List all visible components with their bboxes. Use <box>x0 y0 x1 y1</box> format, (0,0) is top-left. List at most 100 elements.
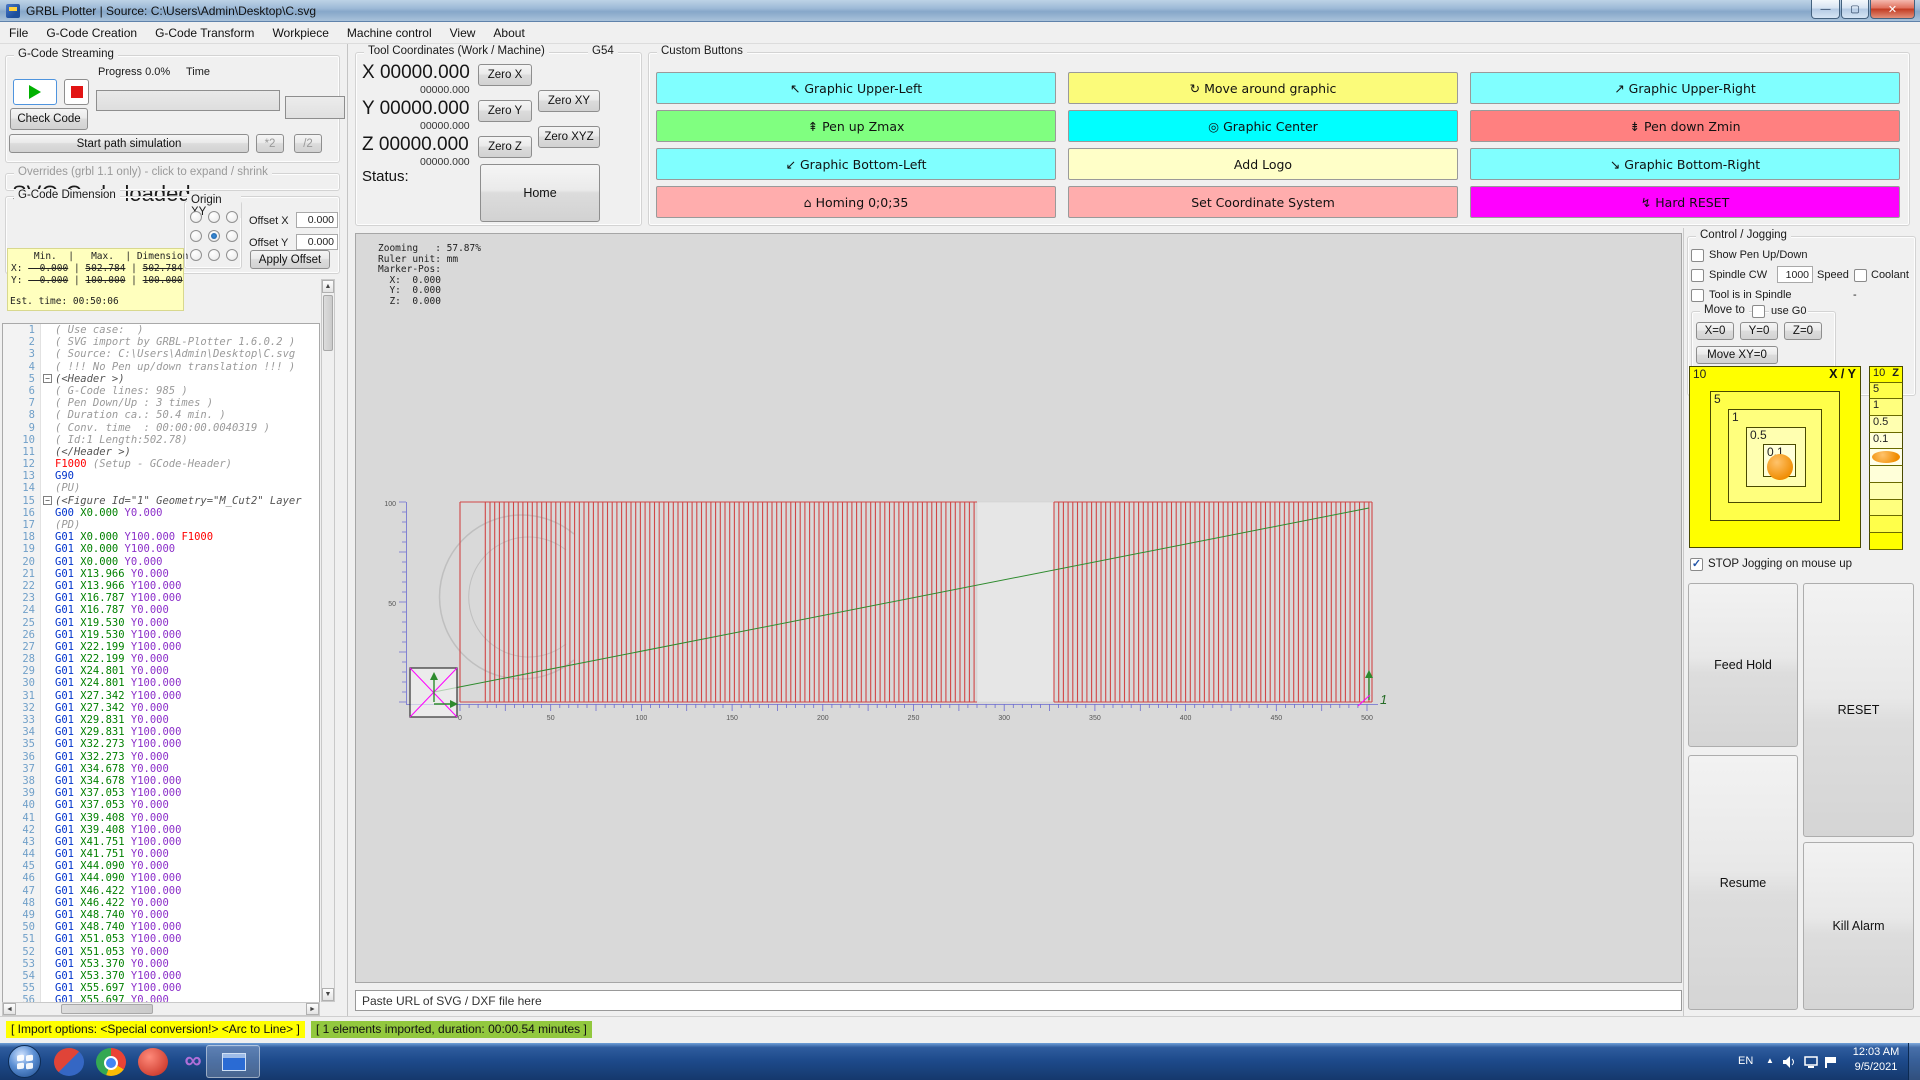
custom-button-hard-reset[interactable]: ↯ Hard RESET <box>1470 186 1900 218</box>
jog-z-step-0.1[interactable]: 0.1 <box>1869 433 1903 450</box>
gcode-line[interactable]: 10( Id:1 Length:502.78) <box>3 434 319 446</box>
gcode-line[interactable]: 48G01 X46.422 Y0.000 <box>3 897 319 909</box>
custom-button-move-around-graphic[interactable]: ↻ Move around graphic <box>1068 72 1458 104</box>
gcode-line[interactable]: 45G01 X44.090 Y0.000 <box>3 860 319 872</box>
gcode-line[interactable]: 25G01 X19.530 Y0.000 <box>3 617 319 629</box>
offset-y-field[interactable]: 0.000 <box>296 234 338 250</box>
gcode-line[interactable]: 29G01 X24.801 Y0.000 <box>3 665 319 677</box>
gcode-line[interactable]: 22G01 X13.966 Y100.000 <box>3 580 319 592</box>
gcode-line[interactable]: 26G01 X19.530 Y100.000 <box>3 629 319 641</box>
custom-button-graphic-bottom-right[interactable]: ↘ Graphic Bottom-Right <box>1470 148 1900 180</box>
taskbar-media-icon[interactable] <box>54 1048 84 1076</box>
gcode-listing[interactable]: 1( Use case: )2( SVG import by GRBL-Plot… <box>2 323 320 1045</box>
zero-xy-button[interactable]: Zero XY <box>538 90 600 112</box>
gcode-line[interactable]: 14(PU) <box>3 482 319 494</box>
show-pen-checkbox[interactable] <box>1691 249 1704 262</box>
custom-button-add-logo[interactable]: Add Logo <box>1068 148 1458 180</box>
gcode-line[interactable]: 8( Duration ca.: 50.4 min. ) <box>3 409 319 421</box>
gcode-line[interactable]: 37G01 X34.678 Y0.000 <box>3 763 319 775</box>
gcode-line[interactable]: 55G01 X55.697 Y100.000 <box>3 982 319 994</box>
gcode-line[interactable]: 33G01 X29.831 Y0.000 <box>3 714 319 726</box>
gcode-line[interactable]: 21G01 X13.966 Y0.000 <box>3 568 319 580</box>
gcode-line[interactable]: 41G01 X39.408 Y0.000 <box>3 812 319 824</box>
custom-button-graphic-upper-left[interactable]: ↖ Graphic Upper-Left <box>656 72 1056 104</box>
jog-z-step-10[interactable]: 10 Z <box>1869 366 1903 383</box>
gcode-line[interactable]: 51G01 X51.053 Y100.000 <box>3 933 319 945</box>
zero-xyz-button[interactable]: Zero XYZ <box>538 126 600 148</box>
menu-workpiece[interactable]: Workpiece <box>263 23 337 43</box>
start-path-simulation-button[interactable]: Start path simulation <box>9 134 249 153</box>
gcode-line[interactable]: 18G01 X0.000 Y100.000 F1000 <box>3 531 319 543</box>
offset-x-field[interactable]: 0.000 <box>296 212 338 228</box>
custom-button-graphic-upper-right[interactable]: ↗ Graphic Upper-Right <box>1470 72 1900 104</box>
move-xy0-button[interactable]: Move XY=0 <box>1696 346 1778 364</box>
move-y0-button[interactable]: Y=0 <box>1740 322 1778 340</box>
origin-radio-0[interactable] <box>190 211 202 223</box>
jog-z-step-5[interactable] <box>1869 449 1903 466</box>
custom-button-graphic-bottom-left[interactable]: ↙ Graphic Bottom-Left <box>656 148 1056 180</box>
taskbar-red-app-icon[interactable] <box>138 1048 168 1076</box>
custom-button-set-coordinate-system[interactable]: Set Coordinate System <box>1068 186 1458 218</box>
gcode-line[interactable]: 34G01 X29.831 Y100.000 <box>3 726 319 738</box>
jog-strip-z[interactable]: 10 Z510.50.1 <box>1869 366 1903 550</box>
use-g0-checkbox[interactable] <box>1752 305 1765 318</box>
gcode-line[interactable]: 42G01 X39.408 Y100.000 <box>3 824 319 836</box>
gcode-line[interactable]: 24G01 X16.787 Y0.000 <box>3 604 319 616</box>
origin-radio-2[interactable] <box>226 211 238 223</box>
gcode-line[interactable]: 28G01 X22.199 Y0.000 <box>3 653 319 665</box>
gcode-line[interactable]: 3( Source: C:\Users\Admin\Desktop\C.svg <box>3 348 319 360</box>
gcode-line[interactable]: 40G01 X37.053 Y0.000 <box>3 799 319 811</box>
menu-about[interactable]: About <box>484 23 533 43</box>
jog-z-step-10[interactable] <box>1869 533 1903 550</box>
jog-z-knob[interactable] <box>1872 451 1900 463</box>
gcode-line[interactable]: 16G00 X0.000 Y0.000 <box>3 507 319 519</box>
tray-network-icon[interactable] <box>1804 1056 1820 1068</box>
gcode-line[interactable]: 46G01 X44.090 Y100.000 <box>3 872 319 884</box>
jog-z-step-5[interactable]: 5 <box>1869 383 1903 400</box>
gcode-line[interactable]: 39G01 X37.053 Y100.000 <box>3 787 319 799</box>
coolant-checkbox[interactable] <box>1854 269 1867 282</box>
start-button[interactable] <box>8 1045 41 1078</box>
gcode-line[interactable]: 31G01 X27.342 Y100.000 <box>3 690 319 702</box>
jog-z-step-9[interactable] <box>1869 516 1903 533</box>
stop-jogging-checkbox[interactable]: ✓ <box>1690 558 1703 571</box>
maximize-button[interactable]: ▢ <box>1841 0 1869 19</box>
gcode-line[interactable]: 32G01 X27.342 Y0.000 <box>3 702 319 714</box>
jog-z-step-7[interactable] <box>1869 483 1903 500</box>
show-desktop-button[interactable] <box>1908 1043 1920 1080</box>
tool-in-spindle-checkbox[interactable] <box>1691 289 1704 302</box>
gcode-line[interactable]: 35G01 X32.273 Y100.000 <box>3 738 319 750</box>
jog-pad-xy[interactable]: 10X / Y510.50.1 <box>1689 366 1863 550</box>
minimize-button[interactable]: — <box>1811 0 1840 19</box>
gcode-line[interactable]: 4( !!! No Pen up/down translation !!! ) <box>3 361 319 373</box>
move-x0-button[interactable]: X=0 <box>1696 322 1734 340</box>
gcode-line[interactable]: 17(PD) <box>3 519 319 531</box>
close-button[interactable]: ✕ <box>1870 0 1915 19</box>
gcode-line[interactable]: 54G01 X53.370 Y100.000 <box>3 970 319 982</box>
gcode-line[interactable]: 5−(<Header >) <box>3 373 319 385</box>
gcode-hscrollbar[interactable]: ◄ ► <box>2 1002 320 1016</box>
gcode-line[interactable]: 6( G-Code lines: 985 ) <box>3 385 319 397</box>
origin-radio-1[interactable] <box>208 211 220 223</box>
spindle-speed-field[interactable]: 1000 <box>1777 266 1813 283</box>
url-input[interactable]: Paste URL of SVG / DXF file here <box>355 990 1682 1011</box>
move-z0-button[interactable]: Z=0 <box>1784 322 1822 340</box>
gcode-line[interactable]: 1( Use case: ) <box>3 324 319 336</box>
taskbar-visual-studio-icon[interactable]: ∞ <box>178 1048 208 1076</box>
scroll-left-arrow[interactable]: ◄ <box>3 1003 16 1015</box>
zero-z-button[interactable]: Zero Z <box>478 136 532 158</box>
tray-clock-time[interactable]: 12:03 AM <box>1845 1046 1907 1058</box>
speed-half-button[interactable]: /2 <box>294 134 322 153</box>
gcode-line[interactable]: 23G01 X16.787 Y100.000 <box>3 592 319 604</box>
stop-stream-button[interactable] <box>64 79 89 105</box>
plot-canvas[interactable]: Zooming : 57.87% Ruler unit: mm Marker-P… <box>355 233 1682 983</box>
gcode-line[interactable]: 20G01 X0.000 Y0.000 <box>3 556 319 568</box>
origin-radio-8[interactable] <box>226 249 238 261</box>
gcode-vscrollbar[interactable]: ▲ ▼ <box>321 279 335 1002</box>
origin-radio-4[interactable] <box>208 230 220 242</box>
gcode-line[interactable]: 7( Pen Down/Up : 3 times ) <box>3 397 319 409</box>
resume-button[interactable]: Resume <box>1688 755 1798 1010</box>
menu-file[interactable]: File <box>0 23 37 43</box>
scroll-down-arrow[interactable]: ▼ <box>322 988 334 1001</box>
custom-button-pen-down-zmin[interactable]: ⇟ Pen down Zmin <box>1470 110 1900 142</box>
